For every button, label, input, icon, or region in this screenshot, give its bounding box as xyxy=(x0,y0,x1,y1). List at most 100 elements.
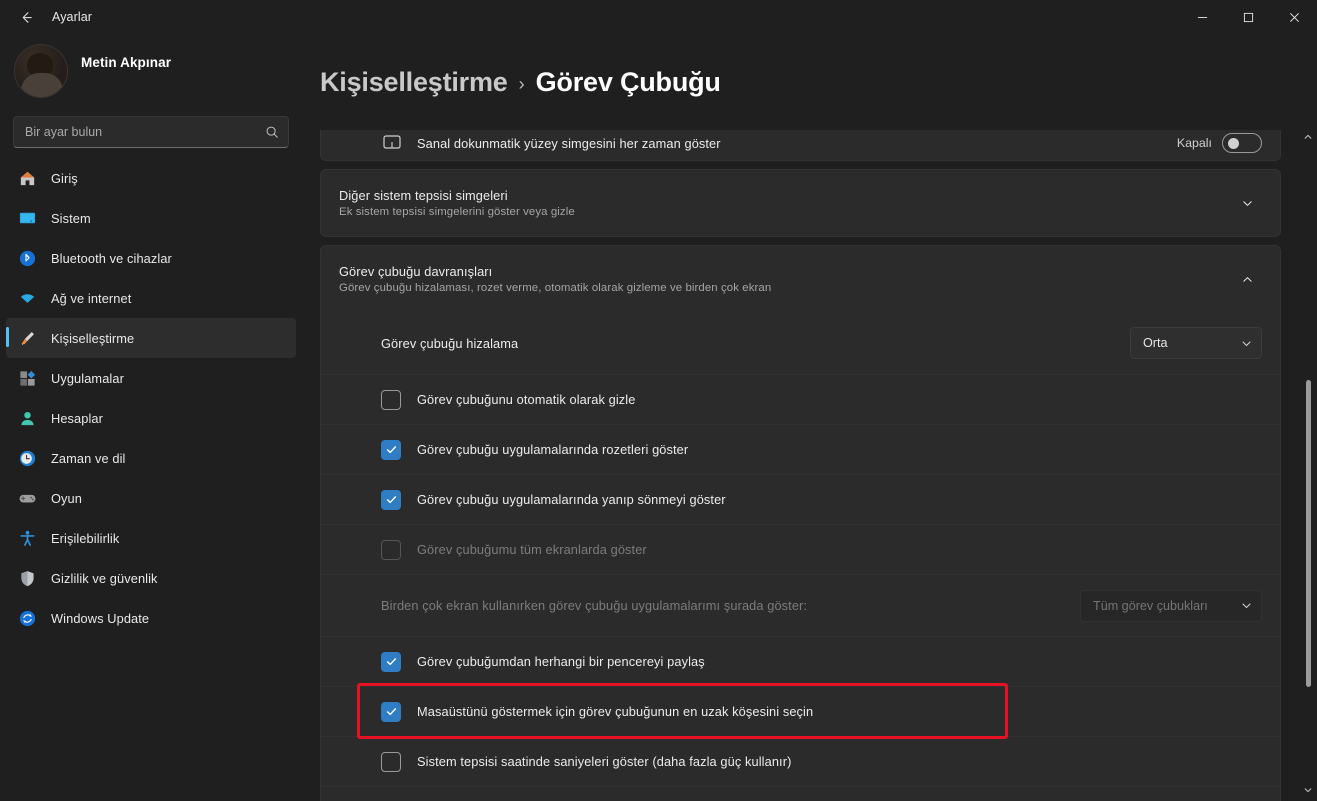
sidebar-item-bluetooth-ve-cihazlar[interactable]: Bluetooth ve cihazlar xyxy=(6,238,296,278)
sidebar-item-a-ve-internet[interactable]: Ağ ve internet xyxy=(6,278,296,318)
dropdown[interactable]: Tüm görev çubukları xyxy=(1080,589,1262,622)
checkbox[interactable] xyxy=(381,489,401,510)
gamepad-icon xyxy=(19,494,35,502)
behaviors-title: Görev çubuğu davranışları xyxy=(339,264,493,279)
section-header-behaviors[interactable]: Görev çubuğu davranışları Görev çubuğu h… xyxy=(321,246,1280,312)
account-icon xyxy=(16,407,38,429)
scroll-down-button[interactable] xyxy=(1301,783,1315,797)
checkbox-row-görev-çubuğumu-tüm-ekranlarda-göster[interactable]: Görev çubuğumu tüm ekranlarda göster xyxy=(321,524,1280,574)
scrollbar-thumb[interactable] xyxy=(1306,380,1311,688)
minimize-icon xyxy=(1197,16,1207,18)
home-icon xyxy=(20,171,34,185)
checkbox-row-görev-çubuğumdan-herhangi-bir-pencereyi-pa[interactable]: Görev çubuğumdan herhangi bir pencereyi … xyxy=(321,636,1280,686)
checkbox[interactable] xyxy=(381,439,401,460)
checkbox-label: Masaüstünü göstermek için görev çubuğunu… xyxy=(417,704,814,719)
sidebar-item-eri-ilebilirlik[interactable]: Erişilebilirlik xyxy=(6,518,296,558)
sidebar-item-gizlilik-ve-g-venlik[interactable]: Gizlilik ve güvenlik xyxy=(6,558,296,598)
apps-icon xyxy=(19,370,35,386)
sidebar-item-label: Sistem xyxy=(51,210,91,226)
maximize-button[interactable] xyxy=(1225,0,1271,34)
home-icon xyxy=(16,167,38,189)
accessibility-icon xyxy=(16,527,38,549)
sidebar-item-hesaplar[interactable]: Hesaplar xyxy=(6,398,296,438)
checkbox-label: Görev çubuğu uygulamalarında yanıp sönme… xyxy=(417,492,726,507)
window-body: Metin Akpınar GirişSistemBluetooth ve xyxy=(0,34,1317,801)
window-controls xyxy=(1179,0,1317,34)
breadcrumb-current: Görev Çubuğu xyxy=(535,66,721,97)
close-icon xyxy=(1289,12,1299,22)
search-input[interactable] xyxy=(25,125,265,139)
search-icon xyxy=(266,126,278,138)
sidebar-item-uygulamalar[interactable]: Uygulamalar xyxy=(6,358,296,398)
row-virtual-touchpad[interactable]: Sanal dokunmatik yüzey simgesini her zam… xyxy=(321,126,1280,160)
checkbox[interactable] xyxy=(381,701,401,722)
breadcrumb-parent[interactable]: Kişiselleştirme xyxy=(320,67,508,98)
profile-text: Metin Akpınar xyxy=(81,55,171,88)
tray-icons-texts: Diğer sistem tepsisi simgeleri Ek sistem… xyxy=(339,188,1232,218)
checkbox-row-görev-çubuğunu-otomatik-olarak-gizle[interactable]: Görev çubuğunu otomatik olarak gizle xyxy=(321,374,1280,424)
paintbrush-icon xyxy=(21,331,34,345)
checkbox[interactable] xyxy=(381,651,401,672)
scroll-up-button[interactable] xyxy=(1301,130,1315,144)
chevron-down-icon xyxy=(1242,200,1252,206)
wifi-icon xyxy=(20,293,34,303)
sidebar-item-label: Zaman ve dil xyxy=(51,450,126,466)
sidebar: Metin Akpınar GirişSistemBluetooth ve xyxy=(0,34,302,801)
sidebar-nav: Giriş Sistem Bluetooth ve cihazlar Ağ ve in… xyxy=(0,158,302,638)
sidebar-item-ki-iselle-tirme[interactable]: Kişiselleştirme xyxy=(6,318,296,358)
checkbox-label: Sistem tepsisi saatinde saniyeleri göste… xyxy=(417,754,792,769)
checkbox-row-masaüstünü-göstermek-için-görev-çubuğunun[interactable]: Masaüstünü göstermek için görev çubuğunu… xyxy=(321,686,1280,736)
search-wrapper xyxy=(0,108,302,158)
section-header-tray-icons[interactable]: Diğer sistem tepsisi simgeleri Ek sistem… xyxy=(321,170,1280,236)
sidebar-item-oyun[interactable]: Oyun xyxy=(6,478,296,518)
account-icon xyxy=(20,411,34,425)
sidebar-item-windows-update[interactable]: Windows Update xyxy=(6,598,296,638)
sidebar-item-giri[interactable]: Giriş xyxy=(6,158,296,198)
sidebar-item-label: Kişiselleştirme xyxy=(51,330,135,346)
dropdown[interactable]: Orta xyxy=(1130,327,1262,359)
maximize-icon xyxy=(1243,12,1253,22)
sidebar-item-label: Oyun xyxy=(51,490,82,506)
system-icon xyxy=(19,212,35,223)
checkbox-row-sistem-tepsisi-saatinde-saniyeleri-göster[interactable]: Sistem tepsisi saatinde saniyeleri göste… xyxy=(321,736,1280,786)
virtual-touchpad-toggle[interactable] xyxy=(1222,133,1262,153)
checkbox[interactable] xyxy=(381,751,401,772)
sidebar-item-label: Ağ ve internet xyxy=(51,290,132,306)
checkbox-row-görev-çubuğu-uygulamalarında-rozetleri-gös[interactable]: Görev çubuğu uygulamalarında rozetleri g… xyxy=(321,424,1280,474)
title-bar: Ayarlar xyxy=(0,0,1317,34)
update-icon xyxy=(19,610,35,626)
toggle-state-label: Kapalı xyxy=(1176,136,1212,150)
tray-icons-title: Diğer sistem tepsisi simgeleri xyxy=(339,188,508,203)
sidebar-item-zaman-ve-dil[interactable]: Zaman ve dil xyxy=(6,438,296,478)
sidebar-item-label: Gizlilik ve güvenlik xyxy=(51,570,158,586)
scrollbar-track[interactable] xyxy=(1301,144,1315,783)
checkbox-label: Görev çubuğu uygulamalarında rozetleri g… xyxy=(417,442,689,457)
card-tray-icons: Diğer sistem tepsisi simgeleri Ek sistem… xyxy=(320,169,1281,237)
profile-block[interactable]: Metin Akpınar xyxy=(0,38,302,108)
avatar xyxy=(14,44,68,98)
behaviors-expander[interactable] xyxy=(1232,264,1262,294)
sidebar-item-sistem[interactable]: Sistem xyxy=(6,198,296,238)
vertical-scrollbar[interactable] xyxy=(1301,130,1315,797)
checkmark-icon xyxy=(386,496,396,504)
behaviors-subtitle: Görev çubuğu hizalaması, rozet verme, ot… xyxy=(339,282,772,294)
shield-icon xyxy=(20,570,34,586)
dropdown-value: Tüm görev çubukları xyxy=(1093,598,1208,613)
clock-icon xyxy=(19,450,35,466)
chevron-up-icon xyxy=(1242,276,1252,282)
checkbox[interactable] xyxy=(381,539,401,560)
dropdown-row-görev-çubuğu-düğmelerini-birleştir-ve-etik[interactable]: Görev çubuğu düğmelerini birleştir ve et… xyxy=(321,786,1280,801)
checkbox[interactable] xyxy=(381,389,401,410)
chevron-down-icon xyxy=(1242,340,1251,346)
minimize-button[interactable] xyxy=(1179,0,1225,34)
checkbox-row-görev-çubuğu-uygulamalarında-yanıp-sönmeyi[interactable]: Görev çubuğu uygulamalarında yanıp sönme… xyxy=(321,474,1280,524)
close-button[interactable] xyxy=(1271,0,1317,34)
back-button[interactable] xyxy=(6,1,46,33)
update-icon xyxy=(16,607,38,629)
breadcrumb: Kişiselleştirme › Görev Çubuğu xyxy=(302,34,1317,130)
dropdown-row-birden-çok-ekran-kullanırken-görev-çubuğu[interactable]: Birden çok ekran kullanırken görev çubuğ… xyxy=(321,574,1280,636)
tray-icons-expander[interactable] xyxy=(1232,188,1262,218)
tray-icons-subtitle: Ek sistem tepsisi simgelerini göster vey… xyxy=(339,206,575,218)
dropdown-row-görev-çubuğu-hizalama[interactable]: Görev çubuğu hizalama Orta xyxy=(321,312,1280,374)
search-box[interactable] xyxy=(13,116,289,148)
